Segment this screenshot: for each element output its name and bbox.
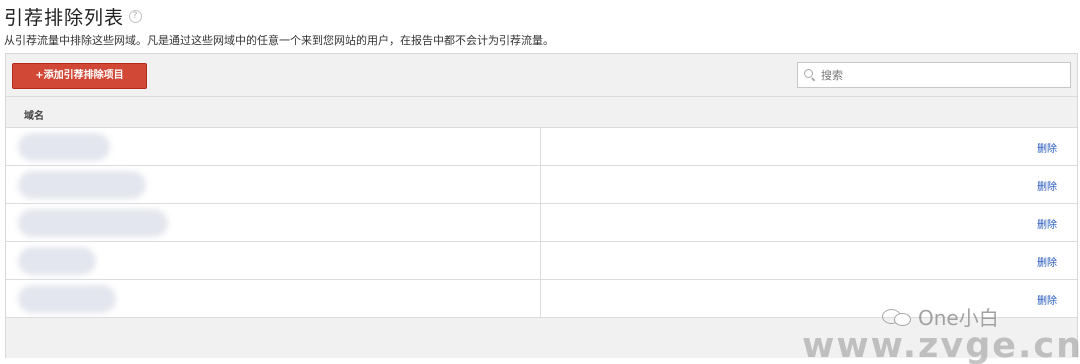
column-divider [540,128,541,165]
add-exclusion-button[interactable]: +添加引荐排除项目 [12,63,147,89]
domain-cell-redacted [18,285,116,313]
table-header: 域名 [6,97,1077,128]
delete-link[interactable]: 删除 [1037,216,1057,231]
domain-cell-redacted [18,247,96,275]
column-divider [540,204,541,241]
search-input[interactable] [821,68,1061,82]
delete-link[interactable]: 删除 [1037,140,1057,155]
page-title-text: 引荐排除列表 [4,7,125,29]
delete-link[interactable]: 删除 [1037,292,1057,307]
table-body: 删除 删除 删除 删除 删除 [6,128,1077,318]
domain-cell-redacted [18,133,110,161]
column-header-domain[interactable]: 域名 [24,107,44,122]
delete-link[interactable]: 删除 [1037,178,1057,193]
watermark-url: www.zvge.cn [802,326,1080,364]
delete-link[interactable]: 删除 [1037,254,1057,269]
search-icon [804,69,816,81]
domain-cell-redacted [18,171,146,199]
page-description: 从引荐流量中排除这些网域。凡是通过这些网域中的任意一个来到您网站的用户，在报告中… [4,34,554,47]
table-row: 删除 [6,128,1077,166]
domain-cell-redacted [18,209,168,237]
wechat-icon [882,307,914,327]
page-title: 引荐排除列表 ? [4,3,143,30]
help-icon[interactable]: ? [129,10,143,23]
table-row: 删除 [6,242,1077,280]
toolbar: +添加引荐排除项目 [6,54,1077,97]
column-divider [540,166,541,203]
table-row: 删除 [6,166,1077,204]
column-divider [540,242,541,279]
search-box[interactable] [797,62,1071,88]
table-row: 删除 [6,204,1077,242]
column-divider [540,280,541,317]
